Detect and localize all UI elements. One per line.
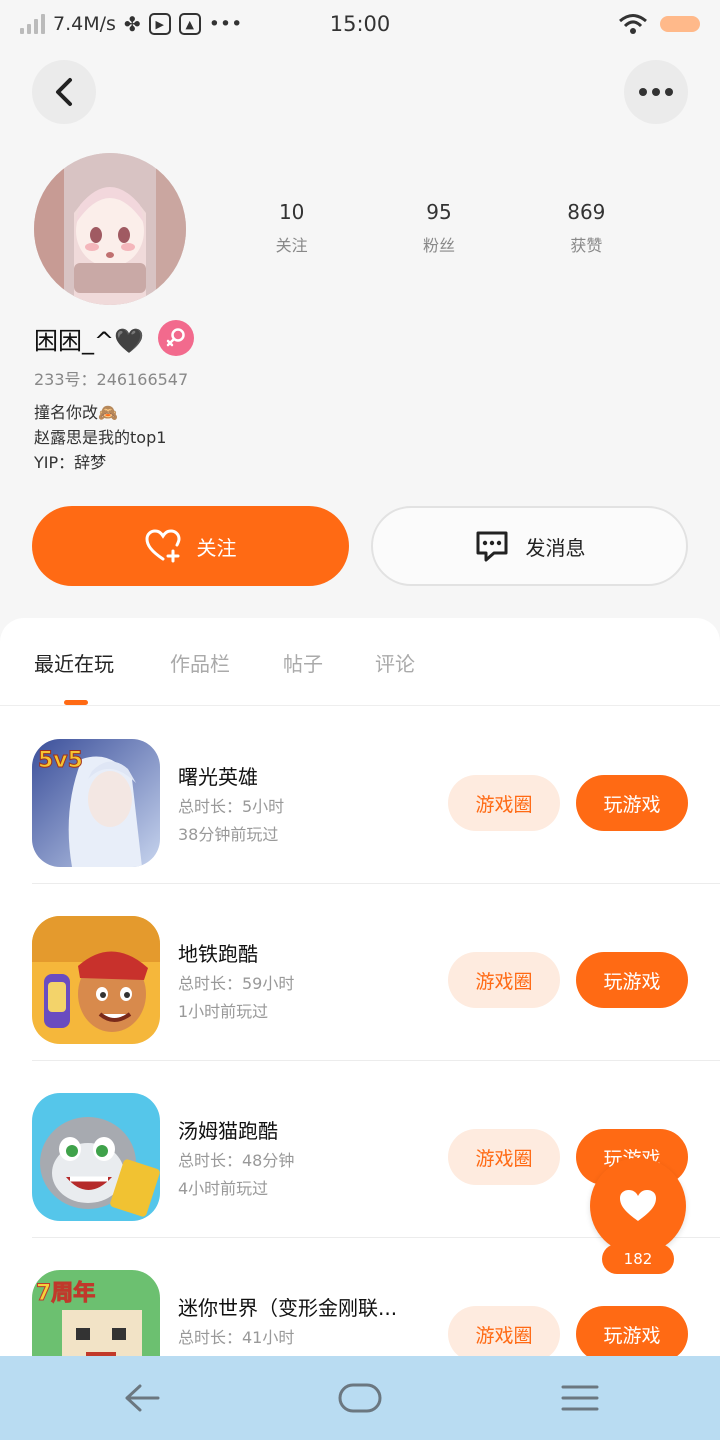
likes-count: 869 [567,200,606,224]
tab-bar: 最近在玩 作品栏 帖子 评论 [0,618,720,706]
back-arrow-icon [125,1384,160,1412]
game-name: 汤姆猫跑酷 [178,1119,278,1143]
play-game-button[interactable]: 玩游戏 [576,775,688,831]
tab-recently-played[interactable]: 最近在玩 [34,648,114,677]
game-icon-badge: 5v5 [38,748,83,773]
tab-comments[interactable]: 评论 [375,648,415,677]
likes-stat[interactable]: 869 获赞 [513,200,660,256]
nav-back-button[interactable] [122,1378,160,1422]
game-name: 曙光英雄 [178,765,258,789]
heart-plus-icon [144,529,181,563]
status-bar: 7.4M/s ✤ ▶ ▲ ••• 15:00 [0,0,720,48]
like-count: 182 [602,1244,674,1274]
game-name: 迷你世界（变形金刚联... [178,1296,398,1320]
more-options-button[interactable] [624,60,688,124]
video-icon: ▶ [148,13,171,35]
wifi-icon [619,14,647,34]
game-icon-badge: 7周年 [36,1280,95,1306]
profile-stats: 10 关注 95 粉丝 869 获赞 [218,200,660,256]
more-notifications: ••• [208,13,243,35]
play-game-button[interactable]: 玩游戏 [576,1306,688,1362]
game-total-time: 总时长：48分钟 [178,1151,295,1170]
follow-label: 关注 [196,535,237,560]
game-total-time: 总时长：5小时 [178,797,285,816]
home-pill-icon [338,1383,382,1413]
game-circle-button[interactable]: 游戏圈 [448,1129,560,1185]
game-circle-button[interactable]: 游戏圈 [448,775,560,831]
active-tab-indicator [64,700,88,705]
game-last-played: 4小时前玩过 [178,1179,269,1198]
bio-line: YIP：辞梦 [34,453,107,472]
floating-like-button[interactable] [590,1158,686,1254]
nav-home-button[interactable] [338,1378,382,1422]
chat-bubble-icon [476,531,507,562]
bio-line: 撞名你改🙈 [34,403,118,422]
following-label: 关注 [275,236,308,255]
likes-label: 获赞 [570,236,603,255]
game-circle-button[interactable]: 游戏圈 [448,952,560,1008]
followers-label: 粉丝 [422,236,455,255]
user-id: 233号：246166547 [34,370,189,389]
more-dots-icon [639,88,673,96]
username: 困困_^🖤 [34,326,144,355]
play-game-button[interactable]: 玩游戏 [576,952,688,1008]
following-stat[interactable]: 10 关注 [218,200,365,256]
network-speed: 7.4M/s [53,13,116,35]
game-row[interactable]: 5v5 曙光英雄 总时长：5小时 38分钟前玩过 游戏圈 玩游戏 [0,707,720,884]
game-total-time: 总时长：41小时 [178,1328,295,1347]
back-button[interactable] [32,60,96,124]
game-circle-button[interactable]: 游戏圈 [448,1306,560,1362]
menu-icon [561,1385,599,1411]
following-count: 10 [278,200,305,224]
avatar-image [34,153,186,305]
back-arrow-icon [56,78,72,106]
nav-menu-button[interactable] [560,1378,600,1422]
system-navigation-bar [0,1356,720,1440]
game-last-played: 38分钟前玩过 [178,825,279,844]
game-icon[interactable] [32,1093,160,1221]
bio: 撞名你改🙈 赵露思是我的top1 YIP：辞梦 [34,400,166,475]
game-row[interactable]: 地铁跑酷 总时长：59小时 1小时前玩过 游戏圈 玩游戏 [0,884,720,1061]
signal-icon [20,14,45,34]
game-icon[interactable]: 5v5 [32,739,160,867]
followers-stat[interactable]: 95 粉丝 [365,200,512,256]
bio-line: 赵露思是我的top1 [34,428,167,447]
tab-posts[interactable]: 帖子 [283,648,323,677]
game-last-played: 1小时前玩过 [178,1002,269,1021]
heart-icon [620,1190,656,1221]
avatar[interactable] [34,153,186,305]
battery-icon [660,16,700,32]
followers-count: 95 [426,200,452,224]
game-total-time: 总时长：59小时 [178,974,295,993]
fan-icon: ✤ [123,12,141,36]
message-label: 发消息 [525,535,586,560]
image-icon: ▲ [178,13,201,35]
game-name: 地铁跑酷 [178,942,258,966]
message-button[interactable]: 发消息 [371,506,688,586]
tab-works[interactable]: 作品栏 [170,648,230,677]
game-icon[interactable] [32,916,160,1044]
name-row: 困困_^🖤 [34,320,194,356]
follow-button[interactable]: 关注 [32,506,349,586]
female-gender-icon [158,320,194,356]
